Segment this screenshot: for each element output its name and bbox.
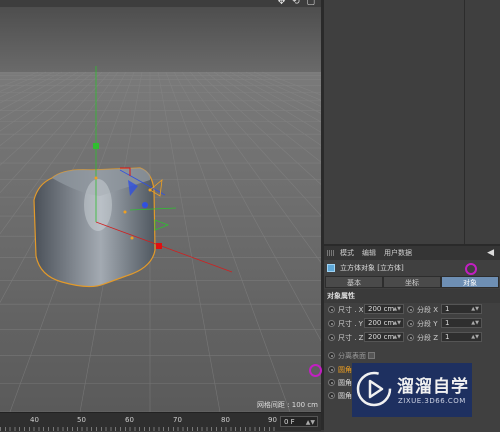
animate-radio-icon[interactable] [407, 306, 414, 313]
timeline-ruler[interactable] [0, 427, 278, 431]
size-y-row: 尺寸 . Y 200 cm ▲▼ 分段 Y 1 ▲▼ [324, 317, 500, 331]
animate-radio-icon[interactable] [328, 320, 335, 327]
seg-y-field[interactable]: 1 ▲▼ [441, 318, 482, 328]
attribute-menu-bar: 模式 编辑 用户数据 ◀ [324, 246, 500, 260]
seg-x-field[interactable]: 1 ▲▼ [441, 304, 482, 314]
animate-radio-icon[interactable] [328, 366, 335, 373]
fillet-label: 圆角 [338, 366, 352, 374]
animate-radio-icon[interactable] [328, 379, 335, 386]
separate-surfaces-checkbox[interactable] [368, 352, 375, 359]
animate-radio-icon[interactable] [407, 320, 414, 327]
seg-x-value: 1 [445, 305, 450, 313]
menu-mode[interactable]: 模式 [340, 246, 354, 260]
section-title: 对象属性 [324, 289, 500, 303]
timeline-tick: 60 [125, 416, 134, 424]
grid-spacing-label: 网格间距 : 100 cm [256, 401, 318, 409]
separate-surfaces-label: 分离表面 [338, 352, 366, 360]
highlight-circle [309, 364, 322, 377]
size-z-value: 200 cm [368, 333, 395, 341]
spinner-icon[interactable]: ▲▼ [393, 305, 401, 314]
size-y-value: 200 cm [368, 319, 395, 327]
seg-y-label: 分段 Y [417, 320, 438, 328]
timeline-tick: 90 [268, 416, 277, 424]
column-divider [464, 0, 465, 244]
spinner-icon[interactable]: ▲▼ [471, 305, 479, 314]
animate-radio-icon[interactable] [328, 392, 335, 399]
animate-radio-icon[interactable] [328, 334, 335, 341]
cube-icon [327, 264, 335, 272]
animate-radio-icon[interactable] [328, 306, 335, 313]
fillet-radius-label: 圆角 [338, 379, 352, 387]
animate-radio-icon[interactable] [328, 352, 335, 359]
size-z-row: 尺寸 . Z 200 cm ▲▼ 分段 Z 1 ▲▼ [324, 331, 500, 345]
size-x-label: 尺寸 . X [338, 306, 364, 314]
frame-spinner-icon[interactable]: ▲▼ [306, 417, 315, 428]
grip-icon[interactable] [327, 250, 335, 256]
play-logo-icon [356, 371, 392, 407]
spinner-icon[interactable]: ▲▼ [471, 333, 479, 342]
watermark-brand: 溜溜自学 [397, 377, 469, 397]
seg-z-value: 1 [445, 333, 450, 341]
fillet-subdivision-label: 圆角 [338, 392, 352, 400]
tab-object[interactable]: 对象 [441, 276, 499, 288]
attribute-tabs: 基本 坐标 对象 [325, 276, 499, 288]
spinner-icon[interactable]: ▲▼ [471, 319, 479, 328]
timeline[interactable]: 40 50 60 70 80 90 0 F ▲▼ [0, 412, 321, 431]
size-x-field[interactable]: 200 cm ▲▼ [364, 304, 404, 314]
current-frame-value: 0 F [284, 418, 295, 426]
animate-radio-icon[interactable] [407, 334, 414, 341]
menu-edit[interactable]: 编辑 [362, 246, 376, 260]
viewport-3d[interactable]: ✥ ⟲ ▢ 网格间距 : 100 cm [0, 0, 321, 412]
back-arrow-icon[interactable]: ◀ [487, 246, 494, 260]
menu-user-data[interactable]: 用户数据 [384, 246, 412, 260]
timeline-tick: 50 [77, 416, 86, 424]
seg-x-label: 分段 X [417, 306, 439, 314]
watermark: 溜溜自学 ZIXUE.3D66.COM [352, 363, 472, 417]
seg-z-field[interactable]: 1 ▲▼ [441, 332, 482, 342]
tab-basic[interactable]: 基本 [325, 276, 383, 288]
current-frame-field[interactable]: 0 F ▲▼ [280, 416, 318, 427]
size-z-field[interactable]: 200 cm ▲▼ [364, 332, 404, 342]
size-x-row: 尺寸 . X 200 cm ▲▼ 分段 X 1 ▲▼ [324, 303, 500, 317]
timeline-tick: 80 [221, 416, 230, 424]
size-y-field[interactable]: 200 cm ▲▼ [364, 318, 404, 328]
timeline-tick: 40 [30, 416, 39, 424]
seg-y-value: 1 [445, 319, 450, 327]
watermark-url: ZIXUE.3D66.COM [398, 397, 466, 405]
spinner-icon[interactable]: ▲▼ [393, 319, 401, 328]
size-z-label: 尺寸 . Z [338, 334, 364, 342]
size-y-label: 尺寸 . Y [338, 320, 363, 328]
object-manager-panel[interactable] [324, 0, 500, 244]
separate-surfaces-row: 分离表面 [324, 349, 500, 363]
tab-coord[interactable]: 坐标 [383, 276, 441, 288]
object-title: 立方体对象 [立方体] [340, 264, 404, 272]
navigation-icons[interactable]: ✥ ⟲ ▢ [278, 0, 317, 7]
spinner-icon[interactable]: ▲▼ [393, 333, 401, 342]
highlight-circle [465, 263, 477, 275]
viewport-scene [0, 7, 321, 412]
size-x-value: 200 cm [368, 305, 395, 313]
seg-z-label: 分段 Z [417, 334, 439, 342]
viewport-menu-bar: ✥ ⟲ ▢ [0, 0, 321, 7]
timeline-tick: 70 [173, 416, 182, 424]
